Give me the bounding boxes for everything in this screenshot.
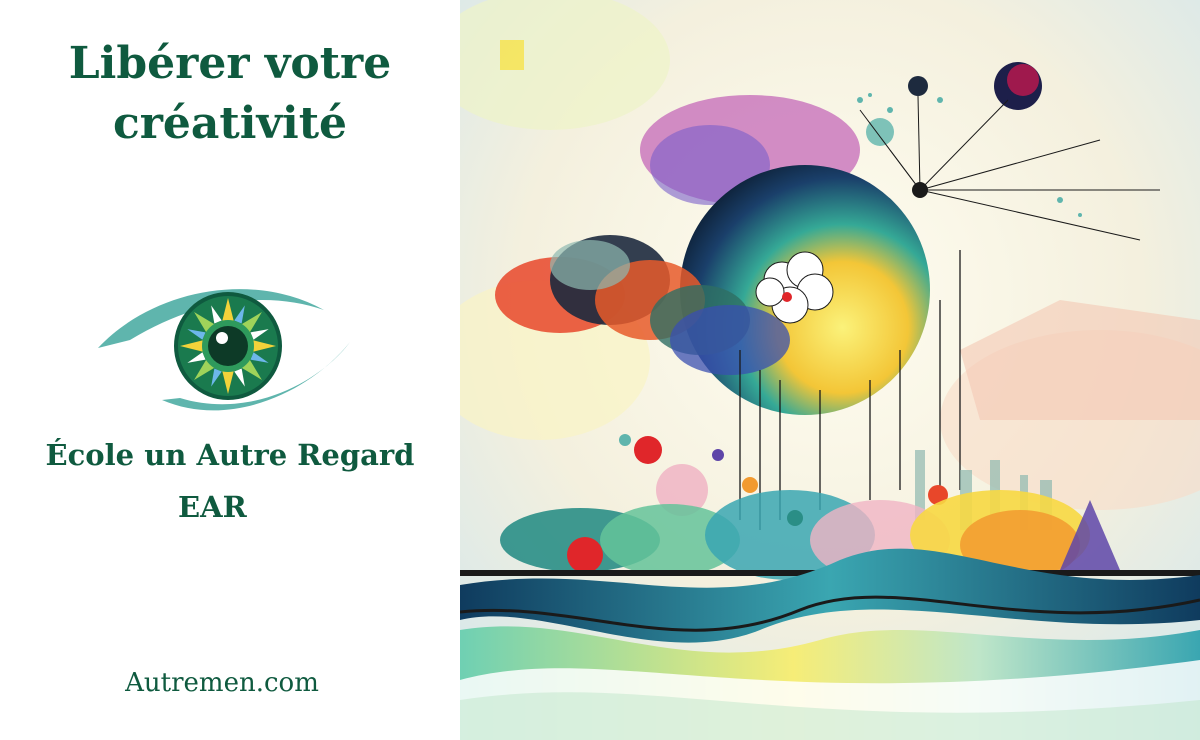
eye-logo: [92, 270, 354, 426]
left-panel: Libérer votre créativité École un Autre …: [0, 0, 460, 740]
watercolor-artwork: [460, 0, 1200, 740]
headline-line2: créativité: [112, 98, 348, 149]
headline: Libérer votre créativité: [0, 34, 460, 154]
headline-line1: Libérer votre: [68, 38, 392, 89]
eye-icon: [98, 289, 350, 411]
school-name: École un Autre Regard: [45, 438, 415, 472]
school-abbreviation: EAR: [178, 490, 247, 524]
artwork-illustration: [460, 0, 1200, 740]
website-link[interactable]: Autremen.com: [0, 668, 444, 698]
